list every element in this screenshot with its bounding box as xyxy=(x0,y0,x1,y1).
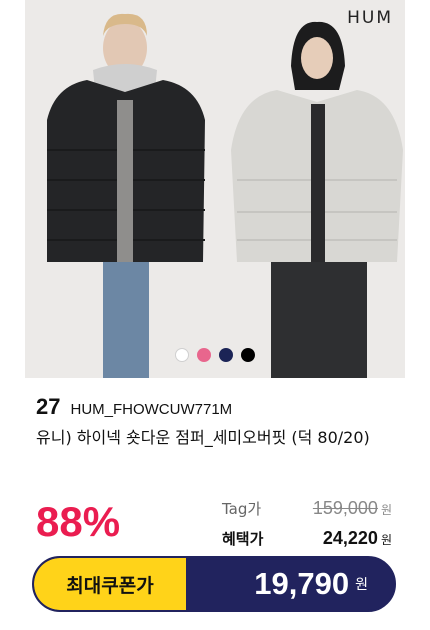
tag-price-group: 159,000 원 xyxy=(313,498,392,519)
brand-logo: HUM xyxy=(347,8,393,28)
benefit-price-group: 24,220 원 xyxy=(323,528,392,549)
coupon-label: 최대쿠폰가 xyxy=(66,574,154,597)
product-card[interactable]: HUM 27 HUM_FHOWCUW771M 유니) 하이넥 숏다운 점퍼_세미… xyxy=(0,0,430,630)
tag-price: 159,000 xyxy=(312,498,378,518)
swatch-pink[interactable] xyxy=(197,348,211,362)
color-swatches xyxy=(175,348,255,362)
swatch-navy[interactable] xyxy=(219,348,233,362)
tag-price-currency: 원 xyxy=(380,503,392,517)
benefit-price-label: 혜택가 xyxy=(222,530,264,548)
benefit-price-currency: 원 xyxy=(380,533,392,547)
coupon-price-group: 19,790 원 xyxy=(254,558,368,610)
product-image[interactable]: HUM xyxy=(25,0,405,378)
coupon-price: 19,790 xyxy=(254,566,350,601)
swatch-black[interactable] xyxy=(241,348,255,362)
product-photo xyxy=(25,0,405,378)
tag-price-label: Tag가 xyxy=(222,500,262,518)
coupon-price-button[interactable]: 최대쿠폰가 19,790 원 xyxy=(32,556,396,612)
benefit-price: 24,220 xyxy=(322,528,378,548)
discount-rate: 88% xyxy=(36,498,121,545)
coupon-price-currency: 원 xyxy=(355,577,368,593)
swatch-white[interactable] xyxy=(175,348,189,362)
rank-line: 27 HUM_FHOWCUW771M xyxy=(36,394,232,420)
benefit-price-row: 혜택가 24,220 원 xyxy=(222,528,392,549)
rank-number: 27 xyxy=(36,394,61,419)
tag-price-row: Tag가 159,000 원 xyxy=(222,498,392,519)
product-name[interactable]: 유니) 하이넥 숏다운 점퍼_세미오버핏 (덕 80/20) xyxy=(36,426,376,450)
product-code: HUM_FHOWCUW771M xyxy=(70,401,233,418)
coupon-label-box: 최대쿠폰가 xyxy=(34,558,186,610)
